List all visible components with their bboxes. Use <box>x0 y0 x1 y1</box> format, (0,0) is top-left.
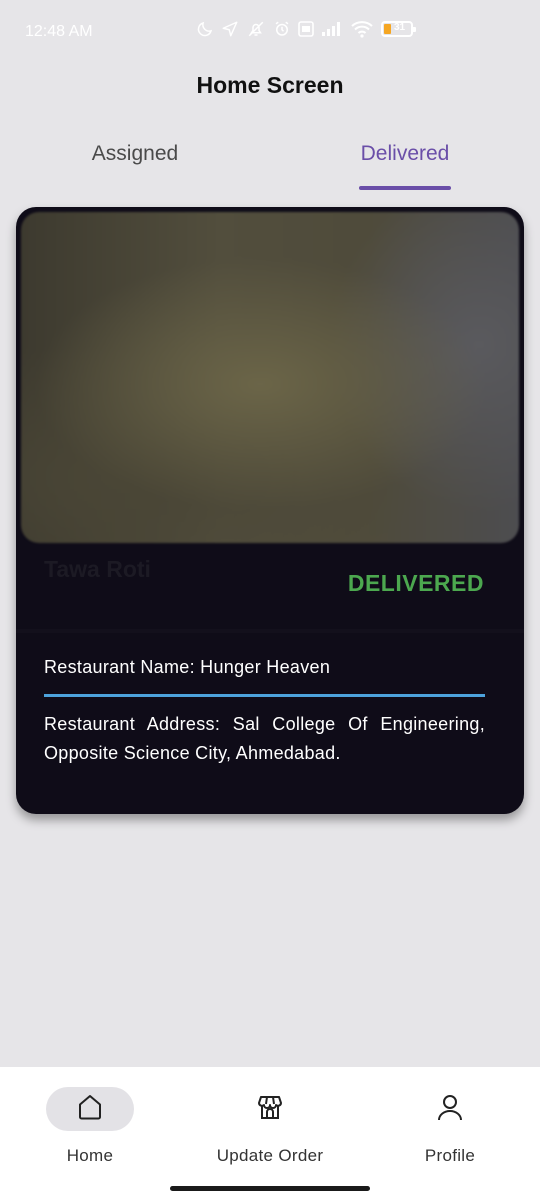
order-card[interactable]: Tawa Roti DELIVERED Restaurant Name: Hun… <box>16 207 524 814</box>
nav-label-home: Home <box>66 1146 114 1165</box>
alarm-icon <box>273 20 291 38</box>
home-screen: 12:48 AM 31 Home Screen Assigned Deliver… <box>0 0 540 1200</box>
page-title: Home Screen <box>196 72 344 98</box>
battery-level: 31 <box>394 22 406 33</box>
gesture-bar[interactable] <box>170 1186 370 1191</box>
status-badge: DELIVERED <box>347 570 484 596</box>
moon-icon <box>196 20 214 38</box>
dish-name: Tawa Roti <box>44 556 151 582</box>
nav-item-profile[interactable]: Profile <box>380 1087 520 1166</box>
restaurant-name: Restaurant Name: Hunger Heaven <box>44 657 331 677</box>
food-image <box>21 212 519 543</box>
divider <box>44 694 485 697</box>
signal-icon <box>321 21 343 37</box>
status-bar: 12:48 AM 31 <box>0 0 540 64</box>
status-icons: 31 <box>196 20 416 38</box>
tab-indicator <box>359 186 451 190</box>
nav-item-update-order[interactable]: Update Order <box>200 1087 340 1166</box>
restaurant-address: Restaurant Address: Sal College Of Engin… <box>44 714 485 763</box>
store-icon <box>255 1092 285 1127</box>
home-icon <box>75 1092 105 1127</box>
nav-update-pill <box>226 1087 314 1131</box>
bottom-nav: Home Update Order Profile <box>0 1067 540 1200</box>
bell-off-icon <box>246 20 266 38</box>
nav-item-home[interactable]: Home <box>20 1087 160 1166</box>
volte-icon <box>298 21 314 37</box>
battery-icon: 31 <box>381 21 416 37</box>
nav-profile-pill <box>406 1087 494 1131</box>
tab-delivered[interactable]: Delivered <box>340 142 470 166</box>
wifi-icon <box>350 20 374 38</box>
nav-home-pill <box>46 1087 134 1131</box>
nav-label-profile: Profile <box>424 1146 476 1165</box>
location-arrow-icon <box>221 20 239 38</box>
nav-label-update-order: Update Order <box>216 1146 324 1165</box>
card-separator <box>16 629 524 633</box>
tab-assigned[interactable]: Assigned <box>60 142 210 166</box>
person-icon <box>435 1092 465 1127</box>
status-time: 12:48 AM <box>25 23 93 40</box>
